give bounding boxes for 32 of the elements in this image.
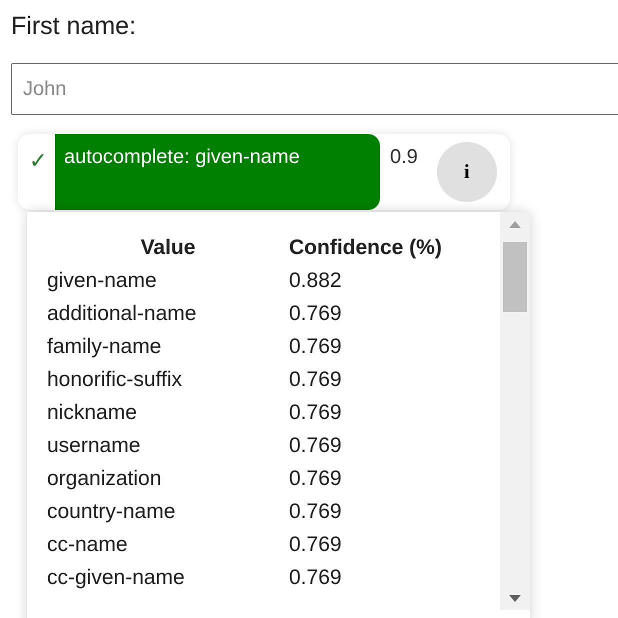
input-field[interactable]: John [11, 63, 618, 115]
score-text: 0.9 [390, 146, 418, 169]
scroll-thumb[interactable] [503, 242, 527, 312]
table-cell-text: 0.769 [289, 466, 343, 492]
table-cell-text: 0.769 [289, 532, 343, 558]
table-cell-text: 0.882 [289, 268, 343, 294]
scrollbar[interactable] [500, 212, 530, 610]
column-header: Value [140, 235, 196, 261]
table-cell-text: cc-given-name [47, 565, 186, 591]
table-cell-text: username [47, 433, 142, 459]
table-cell-text: 0.769 [289, 334, 343, 360]
table-cell-text: 0.769 [289, 367, 343, 393]
table-cell-text: additional-name [47, 301, 198, 327]
table-cell-text: 0.769 [289, 301, 343, 327]
table-cell-text: given-name [47, 268, 158, 294]
table-cell-text: country-name [47, 499, 176, 525]
table-cell-text: 0.769 [289, 400, 343, 426]
table-cell-text: honorific-suffix [47, 367, 184, 393]
column-header: Confidence (%) [289, 235, 442, 261]
field-label: First name: [10, 11, 138, 42]
scroll-down-icon[interactable] [509, 595, 521, 602]
table-cell-text: organization [47, 466, 162, 492]
status-tag: autocomplete: given-name [55, 134, 380, 210]
scroll-up-icon[interactable] [509, 221, 521, 228]
check-icon: ✓ [29, 148, 55, 174]
table-cell-text: cc-name [47, 532, 129, 558]
table-cell-text: 0.769 [289, 433, 343, 459]
info-button[interactable]: i [436, 142, 497, 202]
table-cell-text: family-name [47, 334, 162, 360]
table-cell-text: nickname [47, 400, 138, 426]
table-cell-text: 0.769 [289, 499, 343, 525]
table-cell-text: 0.769 [289, 565, 343, 591]
